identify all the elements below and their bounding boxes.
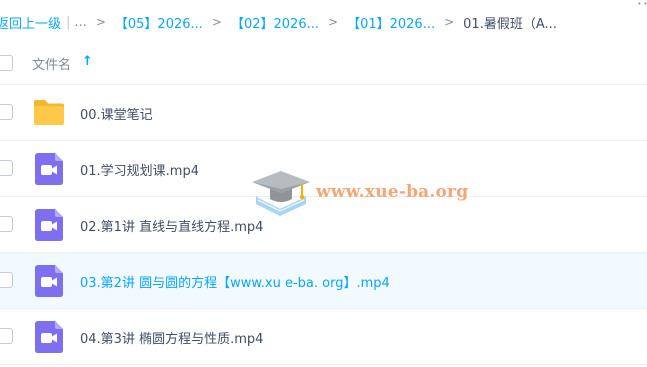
chevron-right-icon: > (211, 15, 222, 29)
arrow-up-icon[interactable]: ↑ (82, 54, 93, 69)
breadcrumb-divider: | (66, 14, 71, 30)
breadcrumb-item[interactable]: 【05】2026... (115, 13, 203, 32)
file-browser: 返回上一级 | ... > 【05】2026... > 【02】2026... … (0, 0, 647, 367)
folder-icon (34, 100, 64, 125)
file-list-header: 文件名 ↑ (0, 48, 647, 85)
column-header-filename[interactable]: 文件名 (32, 54, 71, 73)
row-checkbox[interactable] (0, 328, 13, 344)
file-name[interactable]: 01.学习规划课.mp4 (80, 160, 199, 179)
file-name[interactable]: 02.第1讲 直线与直线方程.mp4 (80, 216, 263, 235)
breadcrumb-current: 01.暑假班（A... (463, 16, 557, 32)
file-name[interactable]: 04.第3讲 椭圆方程与性质.mp4 (80, 328, 263, 347)
file-row[interactable]: 04.第3讲 椭圆方程与性质.mp4 (0, 309, 647, 365)
row-checkbox[interactable] (0, 104, 13, 120)
file-name[interactable]: 03.第2讲 圆与圆的方程【www.xu e-ba. org】.mp4 (80, 272, 390, 291)
more-options-icon[interactable]: ·· (637, 0, 647, 13)
back-link[interactable]: 返回上一级 (0, 13, 61, 32)
video-file-icon (35, 153, 63, 185)
file-name[interactable]: 00.课堂笔记 (80, 104, 153, 123)
video-file-icon (35, 265, 63, 297)
breadcrumb-item[interactable]: 【02】2026... (231, 13, 319, 32)
chevron-right-icon: > (328, 15, 339, 29)
breadcrumb-item[interactable]: 【01】2026... (347, 13, 435, 32)
row-checkbox[interactable] (0, 216, 13, 232)
video-file-icon (35, 321, 63, 353)
file-row[interactable]: 01.学习规划课.mp4 (0, 141, 647, 197)
row-checkbox[interactable] (0, 272, 13, 288)
select-all-checkbox[interactable] (0, 55, 13, 71)
file-row[interactable]: 00.课堂笔记 (0, 85, 647, 141)
row-checkbox[interactable] (0, 160, 13, 176)
breadcrumb-ellipsis[interactable]: ... (74, 15, 86, 30)
breadcrumb: 返回上一级 | ... > 【05】2026... > 【02】2026... … (0, 11, 557, 33)
chevron-right-icon: > (95, 15, 106, 29)
file-row[interactable]: 03.第2讲 圆与圆的方程【www.xu e-ba. org】.mp4 (0, 253, 647, 309)
chevron-right-icon: > (444, 15, 455, 29)
file-row[interactable]: 02.第1讲 直线与直线方程.mp4 (0, 197, 647, 253)
video-file-icon (35, 209, 63, 241)
